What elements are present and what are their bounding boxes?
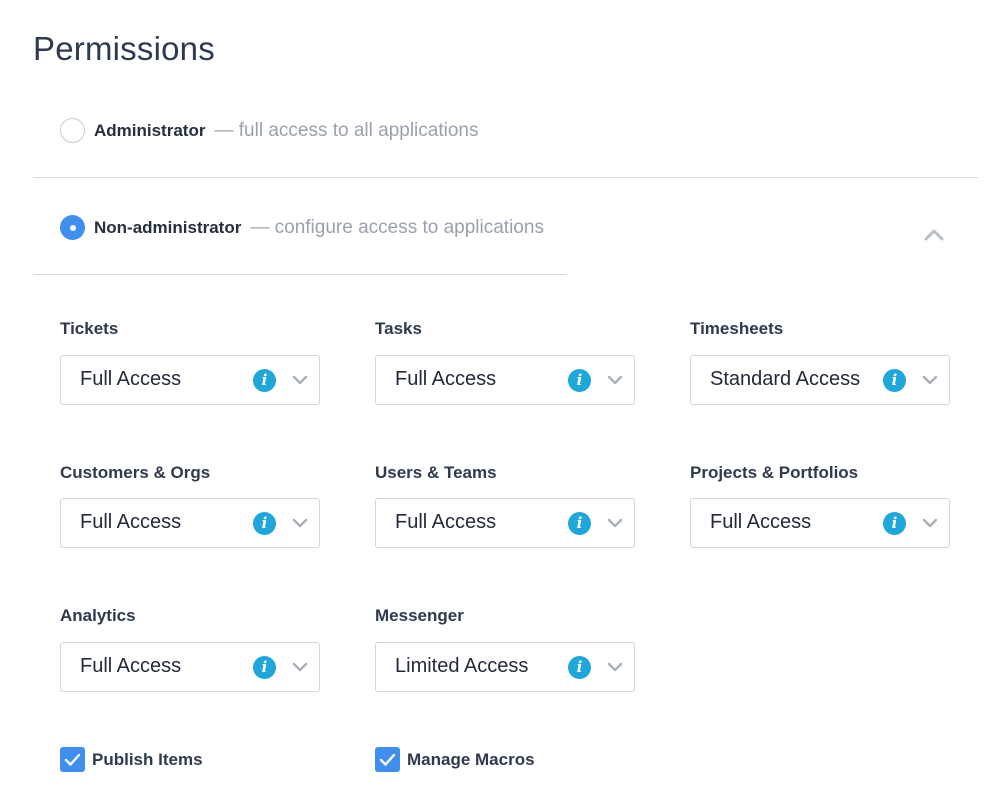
select-value: Full Access (395, 511, 497, 533)
analytics-label: Analytics (60, 606, 136, 625)
select-value: Full Access (395, 368, 497, 390)
chevron-down-icon (922, 518, 938, 528)
timesheets-access-select[interactable]: Standard Access i (690, 355, 950, 405)
publish-items-checkbox[interactable] (60, 747, 85, 772)
chevron-down-icon (607, 375, 623, 385)
info-icon[interactable]: i (568, 512, 591, 535)
chevron-down-icon (607, 662, 623, 672)
non-administrator-radio[interactable] (60, 215, 85, 240)
analytics-access-select[interactable]: Full Access i (60, 642, 320, 692)
chevron-down-icon (922, 375, 938, 385)
info-icon[interactable]: i (883, 369, 906, 392)
projects-portfolios-access-select[interactable]: Full Access i (690, 498, 950, 548)
administrator-description: — full access to all applications (214, 119, 479, 141)
permissions-panel: Permissions Administrator — full access … (0, 0, 1000, 798)
page-title: Permissions (33, 30, 215, 67)
role-option-non-administrator[interactable]: Non-administrator — configure access to … (60, 215, 544, 240)
publish-items-label: Publish Items (92, 749, 203, 769)
users-teams-label: Users & Teams (375, 463, 497, 482)
users-teams-access-select[interactable]: Full Access i (375, 498, 635, 548)
check-icon (64, 753, 81, 766)
role-option-administrator[interactable]: Administrator — full access to all appli… (60, 118, 478, 143)
administrator-radio[interactable] (60, 118, 85, 143)
chevron-up-icon[interactable] (924, 227, 944, 241)
tasks-access-select[interactable]: Full Access i (375, 355, 635, 405)
timesheets-label: Timesheets (690, 319, 784, 338)
section-divider (33, 177, 978, 178)
tickets-access-select[interactable]: Full Access i (60, 355, 320, 405)
non-administrator-label: Non-administrator (94, 217, 242, 237)
chevron-down-icon (607, 518, 623, 528)
info-icon[interactable]: i (568, 656, 591, 679)
messenger-label: Messenger (375, 606, 464, 625)
select-value: Full Access (710, 511, 812, 533)
select-value: Full Access (80, 655, 182, 677)
select-value: Full Access (80, 368, 182, 390)
select-value: Full Access (80, 511, 182, 533)
check-icon (379, 753, 396, 766)
tasks-label: Tasks (375, 319, 422, 338)
info-icon[interactable]: i (253, 512, 276, 535)
select-value: Standard Access (710, 368, 861, 390)
tickets-label: Tickets (60, 319, 119, 338)
manage-macros-checkbox[interactable] (375, 747, 400, 772)
publish-items-option[interactable]: Publish Items (60, 747, 203, 772)
non-administrator-description: — configure access to applications (250, 216, 544, 238)
projects-portfolios-label: Projects & Portfolios (690, 463, 859, 482)
info-icon[interactable]: i (883, 512, 906, 535)
info-icon[interactable]: i (568, 369, 591, 392)
manage-macros-option[interactable]: Manage Macros (375, 747, 535, 772)
messenger-access-select[interactable]: Limited Access i (375, 642, 635, 692)
administrator-label: Administrator (94, 120, 206, 140)
subsection-divider (33, 274, 567, 275)
customers-orgs-access-select[interactable]: Full Access i (60, 498, 320, 548)
select-value: Limited Access (395, 655, 529, 677)
chevron-down-icon (292, 375, 308, 385)
info-icon[interactable]: i (253, 369, 276, 392)
chevron-down-icon (292, 518, 308, 528)
chevron-down-icon (292, 662, 308, 672)
manage-macros-label: Manage Macros (407, 749, 535, 769)
info-icon[interactable]: i (253, 656, 276, 679)
customers-orgs-label: Customers & Orgs (60, 463, 211, 482)
